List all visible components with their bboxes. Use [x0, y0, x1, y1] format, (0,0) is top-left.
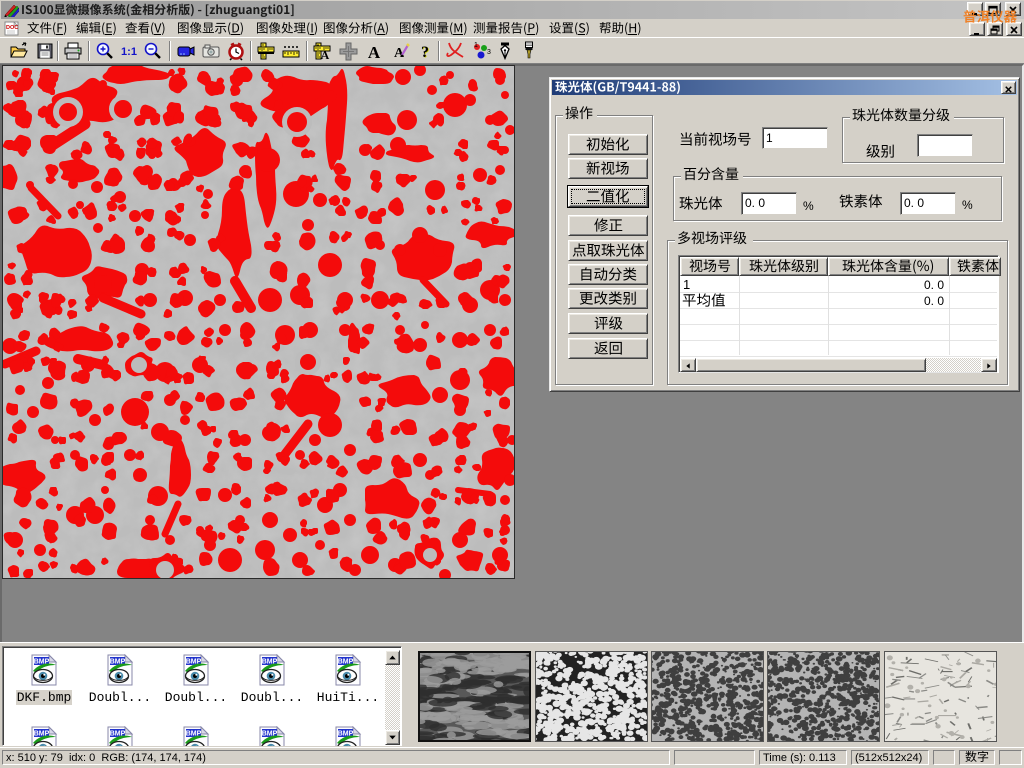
svg-text:?: ? [421, 44, 429, 61]
svg-text:A: A [368, 43, 381, 61]
svg-text:1:1: 1:1 [121, 46, 137, 58]
svg-text:3: 3 [487, 49, 491, 56]
svg-text:DOC: DOC [6, 25, 18, 31]
svg-text:1: 1 [474, 42, 478, 49]
svg-text:A: A [321, 48, 330, 61]
